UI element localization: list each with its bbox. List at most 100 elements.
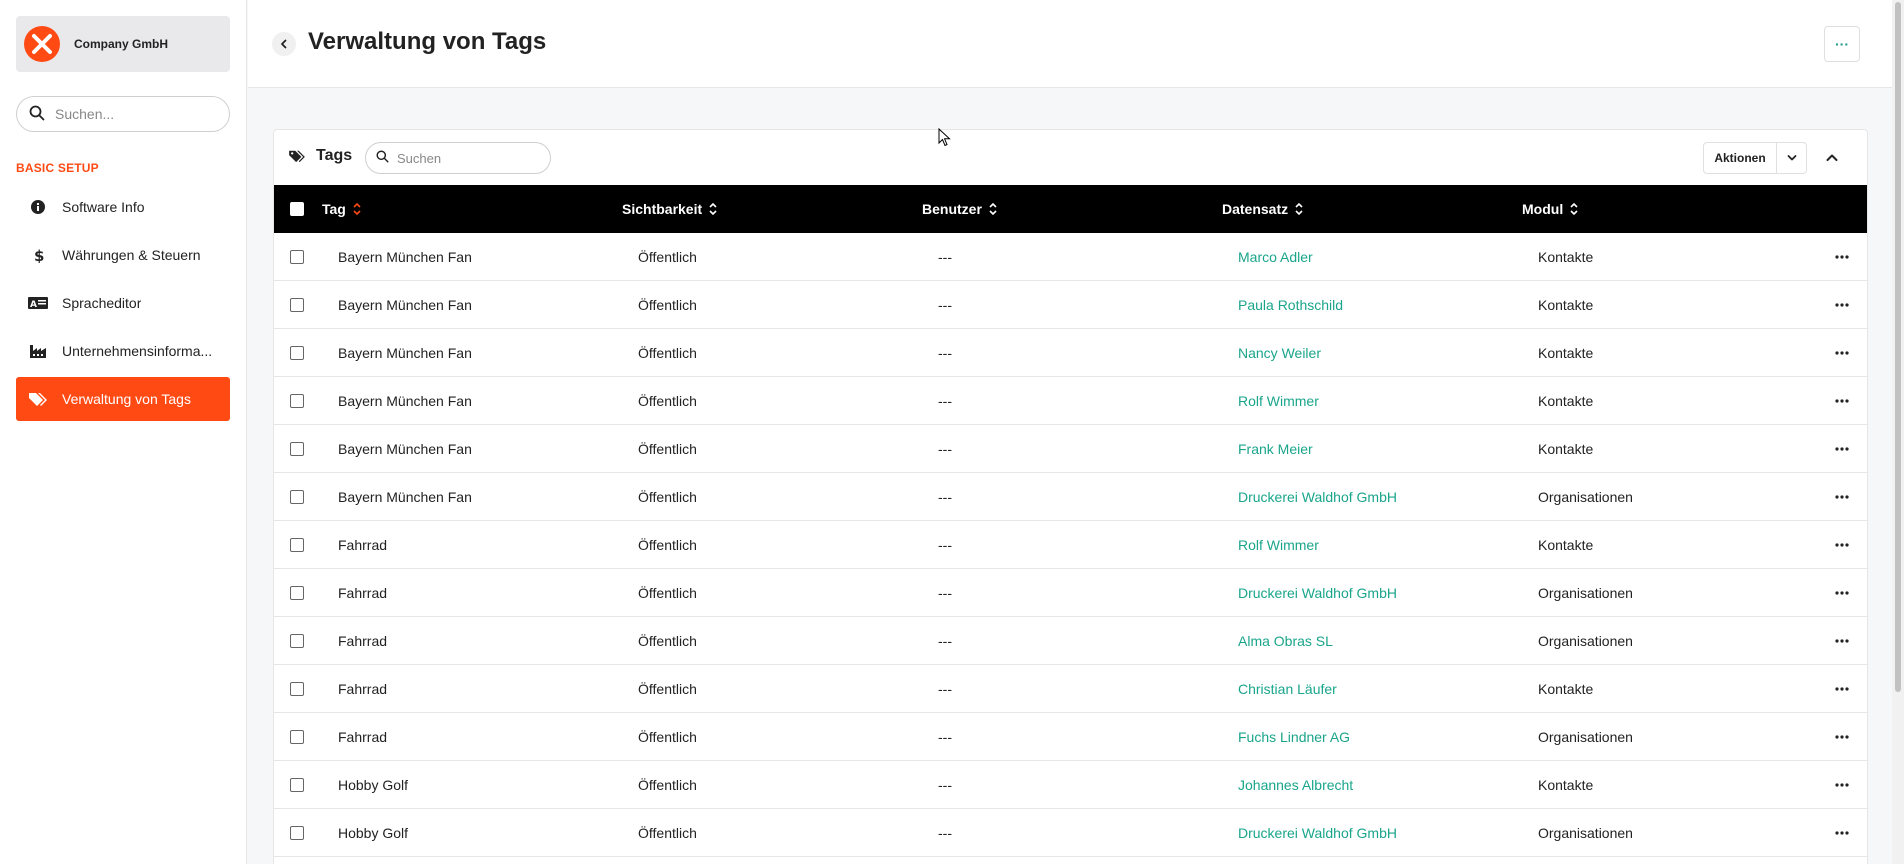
record-link[interactable]: Alma Obras SL bbox=[1238, 617, 1333, 665]
row-checkbox[interactable] bbox=[290, 586, 304, 600]
sidebar-search-input[interactable] bbox=[55, 106, 215, 122]
search-icon bbox=[29, 105, 45, 124]
table-row[interactable]: Fahrrad Öffentlich --- Rolf Wimmer Kontakte bbox=[274, 521, 1867, 569]
company-switcher[interactable]: Company GmbH bbox=[16, 16, 230, 72]
row-menu-button[interactable] bbox=[1835, 473, 1849, 521]
cell-benutzer: --- bbox=[938, 825, 952, 841]
table-row[interactable]: Fahrrad Öffentlich --- Fuchs Lindner AG Orga… bbox=[274, 713, 1867, 761]
cell-modul: Kontakte bbox=[1538, 393, 1594, 409]
row-menu-button[interactable] bbox=[1835, 425, 1849, 473]
cell-modul: Kontakte bbox=[1538, 345, 1594, 361]
record-link[interactable]: Frank Meier bbox=[1238, 425, 1313, 473]
table-row[interactable]: Fahrrad Öffentlich --- Alma Obras SL Organis… bbox=[274, 617, 1867, 665]
record-link[interactable]: Rolf Wimmer bbox=[1238, 521, 1319, 569]
table-row[interactable]: Bayern München Fan Öffentlich --- Rolf Wimm… bbox=[274, 377, 1867, 425]
row-checkbox[interactable] bbox=[290, 778, 304, 792]
table-row[interactable]: Bayern München Fan Öffentlich --- Nancy Wei… bbox=[274, 329, 1867, 377]
tags-search[interactable] bbox=[365, 142, 551, 174]
row-checkbox[interactable] bbox=[290, 826, 304, 840]
cell-sichtbarkeit: Öffentlich bbox=[638, 633, 697, 649]
table-body: Bayern München Fan Öffentlich --- Marco Adl… bbox=[274, 233, 1867, 857]
sort-icon bbox=[989, 202, 997, 216]
cell-tag: Bayern München Fan bbox=[338, 345, 472, 361]
row-checkbox-cell bbox=[290, 665, 304, 713]
sidebar-item-waehrungen[interactable]: $ Währungen & Steuern bbox=[16, 233, 230, 277]
row-menu-button[interactable] bbox=[1835, 809, 1849, 857]
table-row[interactable]: Bayern München Fan Öffentlich --- Marco Adl… bbox=[274, 233, 1867, 281]
table-row[interactable]: Bayern München Fan Öffentlich --- Frank Mei… bbox=[274, 425, 1867, 473]
record-link[interactable]: Druckerei Waldhof GmbH bbox=[1238, 473, 1397, 521]
scrollbar-thumb[interactable] bbox=[1895, 2, 1901, 692]
column-header-modul[interactable]: Modul bbox=[1522, 185, 1579, 233]
column-label: Benutzer bbox=[922, 201, 982, 217]
row-checkbox[interactable] bbox=[290, 538, 304, 552]
page-more-button[interactable]: ··· bbox=[1824, 26, 1860, 62]
row-checkbox-cell bbox=[290, 329, 304, 377]
record-link[interactable]: Fuchs Lindner AG bbox=[1238, 713, 1350, 761]
table-row[interactable]: Bayern München Fan Öffentlich --- Paula Rot… bbox=[274, 281, 1867, 329]
record-link[interactable]: Marco Adler bbox=[1238, 233, 1313, 281]
column-header-sichtbarkeit[interactable]: Sichtbarkeit bbox=[622, 185, 718, 233]
row-menu-button[interactable] bbox=[1835, 233, 1849, 281]
row-checkbox[interactable] bbox=[290, 730, 304, 744]
row-menu-button[interactable] bbox=[1835, 569, 1849, 617]
row-menu-button[interactable] bbox=[1835, 329, 1849, 377]
cell-tag: Bayern München Fan bbox=[338, 441, 472, 457]
row-checkbox[interactable] bbox=[290, 490, 304, 504]
actions-dropdown[interactable]: Aktionen bbox=[1703, 142, 1807, 174]
sidebar-search[interactable] bbox=[16, 96, 230, 132]
info-icon bbox=[28, 197, 48, 217]
sidebar-item-software-info[interactable]: Software Info bbox=[16, 185, 230, 229]
table-row[interactable]: Hobby Golf Öffentlich --- Druckerei Waldhof… bbox=[274, 809, 1867, 857]
cell-benutzer: --- bbox=[938, 537, 952, 553]
record-link[interactable]: Rolf Wimmer bbox=[1238, 377, 1319, 425]
actions-dropdown-toggle[interactable] bbox=[1776, 143, 1806, 173]
record-link[interactable]: Druckerei Waldhof GmbH bbox=[1238, 809, 1397, 857]
table-row[interactable]: Hobby Golf Öffentlich --- Johannes Albrecht… bbox=[274, 761, 1867, 809]
column-header-datensatz[interactable]: Datensatz bbox=[1222, 185, 1304, 233]
tags-search-input[interactable] bbox=[397, 150, 537, 166]
cell-tag: Bayern München Fan bbox=[338, 393, 472, 409]
column-label: Sichtbarkeit bbox=[622, 201, 703, 217]
row-menu-button[interactable] bbox=[1835, 713, 1849, 761]
more-horizontal-icon bbox=[1835, 255, 1849, 259]
chevron-left-icon bbox=[281, 39, 287, 49]
row-menu-button[interactable] bbox=[1835, 521, 1849, 569]
select-all-checkbox[interactable] bbox=[290, 202, 304, 216]
record-link[interactable]: Johannes Albrecht bbox=[1238, 761, 1353, 809]
cell-benutzer: --- bbox=[938, 249, 952, 265]
cell-sichtbarkeit: Öffentlich bbox=[638, 729, 697, 745]
record-link[interactable]: Christian Läufer bbox=[1238, 665, 1337, 713]
cell-benutzer: --- bbox=[938, 585, 952, 601]
record-link[interactable]: Paula Rothschild bbox=[1238, 281, 1343, 329]
row-menu-button[interactable] bbox=[1835, 281, 1849, 329]
table-row[interactable]: Fahrrad Öffentlich --- Druckerei Waldhof Gm… bbox=[274, 569, 1867, 617]
cell-benutzer: --- bbox=[938, 777, 952, 793]
row-menu-button[interactable] bbox=[1835, 665, 1849, 713]
column-header-tag[interactable]: Tag bbox=[322, 185, 362, 233]
actions-button[interactable]: Aktionen bbox=[1704, 143, 1776, 173]
row-checkbox[interactable] bbox=[290, 346, 304, 360]
row-checkbox[interactable] bbox=[290, 442, 304, 456]
row-checkbox[interactable] bbox=[290, 634, 304, 648]
row-checkbox[interactable] bbox=[290, 682, 304, 696]
table-row[interactable]: Fahrrad Öffentlich --- Christian Läufer Kont… bbox=[274, 665, 1867, 713]
row-checkbox[interactable] bbox=[290, 394, 304, 408]
row-checkbox[interactable] bbox=[290, 250, 304, 264]
row-menu-button[interactable] bbox=[1835, 761, 1849, 809]
cell-benutzer: --- bbox=[938, 297, 952, 313]
back-button[interactable] bbox=[272, 32, 296, 56]
row-menu-button[interactable] bbox=[1835, 377, 1849, 425]
collapse-button[interactable] bbox=[1820, 146, 1844, 170]
more-horizontal-icon bbox=[1835, 543, 1849, 547]
sidebar-item-verwaltung-von-tags[interactable]: Verwaltung von Tags bbox=[16, 377, 230, 421]
table-row[interactable]: Bayern München Fan Öffentlich --- Druckerei… bbox=[274, 473, 1867, 521]
sidebar-item-spracheditor[interactable]: A Spracheditor bbox=[16, 281, 230, 325]
sidebar-item-unternehmensinformationen[interactable]: Unternehmensinforma... bbox=[16, 329, 230, 373]
column-header-benutzer[interactable]: Benutzer bbox=[922, 185, 998, 233]
record-link[interactable]: Nancy Weiler bbox=[1238, 329, 1321, 377]
row-menu-button[interactable] bbox=[1835, 617, 1849, 665]
row-checkbox[interactable] bbox=[290, 298, 304, 312]
record-link[interactable]: Druckerei Waldhof GmbH bbox=[1238, 569, 1397, 617]
cell-tag: Fahrrad bbox=[338, 633, 388, 649]
